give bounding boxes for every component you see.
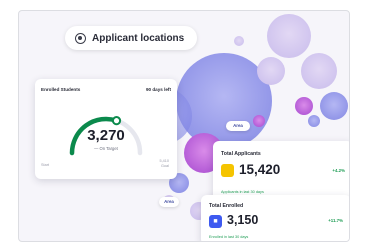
location-bubble[interactable] [301, 53, 337, 89]
location-icon [75, 32, 86, 44]
applicants-value: 15,420 [239, 162, 281, 177]
map-title-pill[interactable]: Applicant locations [65, 26, 197, 50]
location-bubble[interactable] [257, 57, 285, 85]
total-enrolled-card[interactable]: Total Enrolled ■ 3,150 +11.7% Enrolled i… [201, 195, 349, 241]
footnote: Applicants in last 30 days [221, 190, 264, 194]
map-title: Applicant locations [92, 32, 185, 44]
location-bubble[interactable] [234, 36, 244, 46]
location-bubble[interactable] [295, 97, 313, 115]
dashboard-frame: Area Area Applicant locations Enrolled S… [18, 10, 350, 242]
enrolled-value: 3,270 [87, 127, 125, 144]
card-title: Enrolled Students [41, 87, 81, 92]
card-label: Total Applicants [221, 151, 261, 157]
goal-label: Goal [160, 164, 169, 168]
total-applicants-card[interactable]: Total Applicants 15,420 +4.2% Applicants… [213, 141, 349, 203]
card-label: Total Enrolled [209, 203, 244, 209]
map-label-south: Area [159, 197, 179, 207]
enrolled-students-card[interactable]: Enrolled Students 90 days left 3,270 — O… [35, 79, 177, 179]
gauge-min-label: Start [41, 163, 50, 167]
enrolled-total-value: 3,150 [227, 213, 259, 227]
location-bubble[interactable] [308, 115, 320, 127]
gauge-max-label: 5,410 Goal [159, 159, 169, 169]
location-bubble[interactable] [253, 115, 265, 127]
folder-icon [221, 164, 234, 177]
change-badge: +4.2% [332, 168, 345, 173]
status-label: — On Target [94, 146, 118, 151]
map-label-north: Area [226, 121, 250, 131]
location-bubble[interactable] [267, 14, 311, 58]
student-icon: ■ [209, 215, 222, 228]
change-badge: +11.7% [328, 218, 343, 223]
location-bubble[interactable] [320, 92, 348, 120]
footnote: Enrolled in last 30 days [209, 235, 249, 239]
period-label: 90 days left [145, 87, 171, 92]
